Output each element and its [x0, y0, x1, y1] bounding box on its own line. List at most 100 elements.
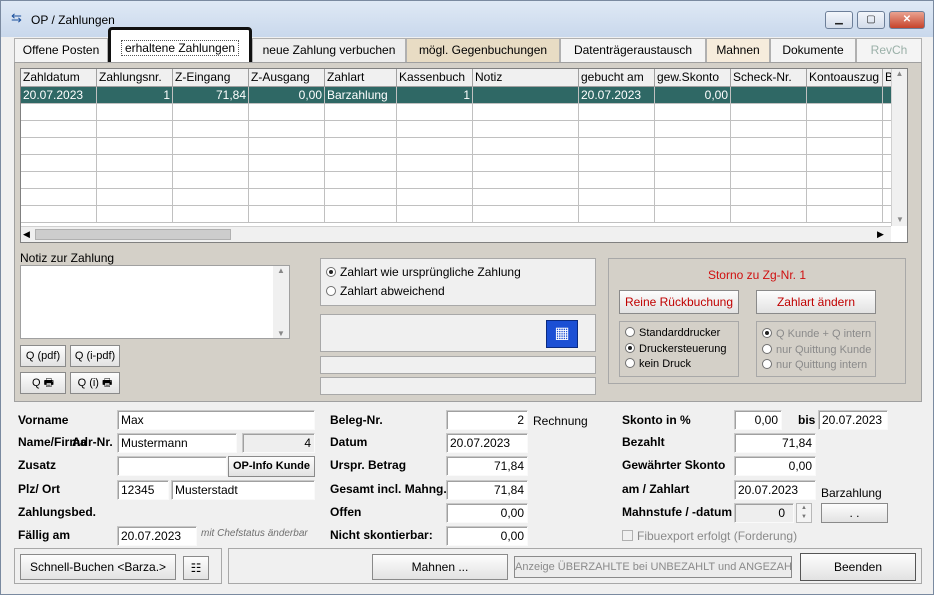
empty-cell[interactable] — [325, 206, 397, 223]
table-cell[interactable] — [473, 87, 579, 104]
zahlart-original-radio[interactable]: Zahlart wie ursprüngliche Zahlung — [326, 265, 521, 279]
empty-cell[interactable] — [579, 104, 655, 121]
mahnstufe-spinner[interactable]: ▲ ▼ — [796, 503, 812, 523]
faellig-field[interactable]: 20.07.2023 — [117, 526, 197, 546]
empty-cell[interactable] — [397, 121, 473, 138]
column-header[interactable]: Scheck-Nr. — [731, 69, 807, 87]
empty-cell[interactable] — [173, 206, 249, 223]
beleg-nr-field[interactable]: 2 — [446, 410, 528, 430]
empty-cell[interactable] — [473, 121, 579, 138]
scroll-right-icon[interactable]: ▶ — [877, 229, 884, 240]
column-header[interactable]: Zahldatum — [21, 69, 97, 87]
notiz-scrollbar[interactable]: ▲ ▼ — [273, 266, 289, 338]
table-cell[interactable] — [731, 87, 807, 104]
empty-cell[interactable] — [731, 172, 807, 189]
empty-cell[interactable] — [473, 206, 579, 223]
quittung-kunde-radio[interactable]: nur Quittung Kunde — [762, 344, 871, 356]
empty-cell[interactable] — [579, 206, 655, 223]
column-header[interactable]: Kassenbuch — [397, 69, 473, 87]
empty-cell[interactable] — [473, 155, 579, 172]
empty-cell[interactable] — [731, 121, 807, 138]
table-cell[interactable]: Barzahlung — [325, 87, 397, 104]
zahlart-abweichend-radio[interactable]: Zahlart abweichend — [326, 284, 445, 298]
tab-revch[interactable]: RevCh — [856, 38, 922, 63]
empty-cell[interactable] — [397, 104, 473, 121]
empty-cell[interactable] — [579, 189, 655, 206]
empty-cell[interactable] — [655, 206, 731, 223]
tab-offene-posten[interactable]: Offene Posten — [14, 38, 108, 63]
empty-cell[interactable] — [807, 121, 883, 138]
empty-cell[interactable] — [21, 155, 97, 172]
mahnstufe-field[interactable]: 0 — [734, 503, 794, 523]
quittung-kunde-intern-radio[interactable]: Q Kunde + Q intern — [762, 328, 871, 340]
scroll-thumb[interactable] — [35, 229, 231, 240]
empty-cell[interactable] — [97, 155, 173, 172]
empty-cell[interactable] — [97, 189, 173, 206]
empty-cell[interactable] — [325, 189, 397, 206]
horizontal-scrollbar[interactable]: ◀ ▶ — [21, 226, 891, 242]
empty-cell[interactable] — [249, 189, 325, 206]
table-cell[interactable]: 1 — [397, 87, 473, 104]
empty-cell[interactable] — [21, 172, 97, 189]
mahnen-button[interactable]: Mahnen ... — [372, 554, 508, 580]
empty-cell[interactable] — [731, 206, 807, 223]
standarddrucker-radio[interactable]: Standarddrucker — [625, 327, 720, 339]
empty-cell[interactable] — [731, 104, 807, 121]
empty-cell[interactable] — [397, 189, 473, 206]
bis-field[interactable]: 20.07.2023 — [818, 410, 888, 430]
empty-cell[interactable] — [249, 206, 325, 223]
table-cell[interactable]: 71,84 — [173, 87, 249, 104]
table-cell[interactable] — [807, 87, 883, 104]
tab-datentraegeraustausch[interactable]: Datenträgeraustausch — [560, 38, 706, 63]
empty-cell[interactable] — [21, 206, 97, 223]
mahndatum-button[interactable]: . . — [821, 503, 888, 523]
empty-cell[interactable] — [579, 172, 655, 189]
empty-cell[interactable] — [807, 155, 883, 172]
empty-cell[interactable] — [731, 189, 807, 206]
gew-skonto-field[interactable]: 0,00 — [734, 456, 816, 476]
empty-cell[interactable] — [731, 155, 807, 172]
empty-cell[interactable] — [655, 172, 731, 189]
name-field[interactable]: Mustermann — [117, 433, 237, 453]
vertical-scrollbar[interactable]: ▲ ▼ — [891, 69, 907, 226]
empty-cell[interactable] — [97, 172, 173, 189]
quittung-intern-radio[interactable]: nur Quittung intern — [762, 359, 867, 371]
empty-cell[interactable] — [325, 138, 397, 155]
column-header[interactable]: gebucht am — [579, 69, 655, 87]
zusatz-field[interactable] — [117, 456, 227, 476]
empty-cell[interactable] — [173, 189, 249, 206]
scroll-up-icon[interactable]: ▲ — [892, 69, 907, 78]
column-header[interactable]: Zahlart — [325, 69, 397, 87]
list-icon[interactable]: ☷ — [183, 556, 209, 580]
fibuexport-checkbox[interactable]: Fibuexport erfolgt (Forderung) — [622, 529, 797, 543]
empty-cell[interactable] — [173, 138, 249, 155]
table-cell[interactable]: 20.07.2023 — [21, 87, 97, 104]
empty-cell[interactable] — [21, 104, 97, 121]
scroll-down-icon[interactable]: ▼ — [892, 215, 907, 224]
beenden-button[interactable]: Beenden — [800, 553, 916, 581]
nicht-skontierbar-field[interactable]: 0,00 — [446, 526, 528, 546]
plz-field[interactable]: 12345 — [117, 480, 169, 500]
datum-field[interactable]: 20.07.2023 — [446, 433, 528, 453]
calculator-icon[interactable]: ▦ — [546, 320, 578, 348]
empty-cell[interactable] — [173, 104, 249, 121]
column-header[interactable]: Z-Ausgang — [249, 69, 325, 87]
empty-cell[interactable] — [249, 155, 325, 172]
schnell-buchen-button[interactable]: Schnell-Buchen <Barza.> — [20, 554, 176, 580]
empty-cell[interactable] — [397, 172, 473, 189]
column-header[interactable]: Notiz — [473, 69, 579, 87]
anzeige-ueberzahlte-button[interactable]: Anzeige ÜBERZAHLTE bei UNBEZAHLT und ANG… — [514, 556, 792, 578]
empty-cell[interactable] — [807, 206, 883, 223]
minimize-button[interactable]: ▁ — [825, 11, 853, 29]
empty-cell[interactable] — [397, 155, 473, 172]
empty-cell[interactable] — [249, 121, 325, 138]
empty-cell[interactable] — [173, 172, 249, 189]
empty-cell[interactable] — [173, 155, 249, 172]
tab-dokumente[interactable]: Dokumente — [770, 38, 856, 63]
empty-cell[interactable] — [473, 104, 579, 121]
empty-cell[interactable] — [579, 155, 655, 172]
empty-cell[interactable] — [97, 138, 173, 155]
ort-field[interactable]: Musterstadt — [171, 480, 315, 500]
empty-cell[interactable] — [21, 138, 97, 155]
empty-cell[interactable] — [579, 121, 655, 138]
